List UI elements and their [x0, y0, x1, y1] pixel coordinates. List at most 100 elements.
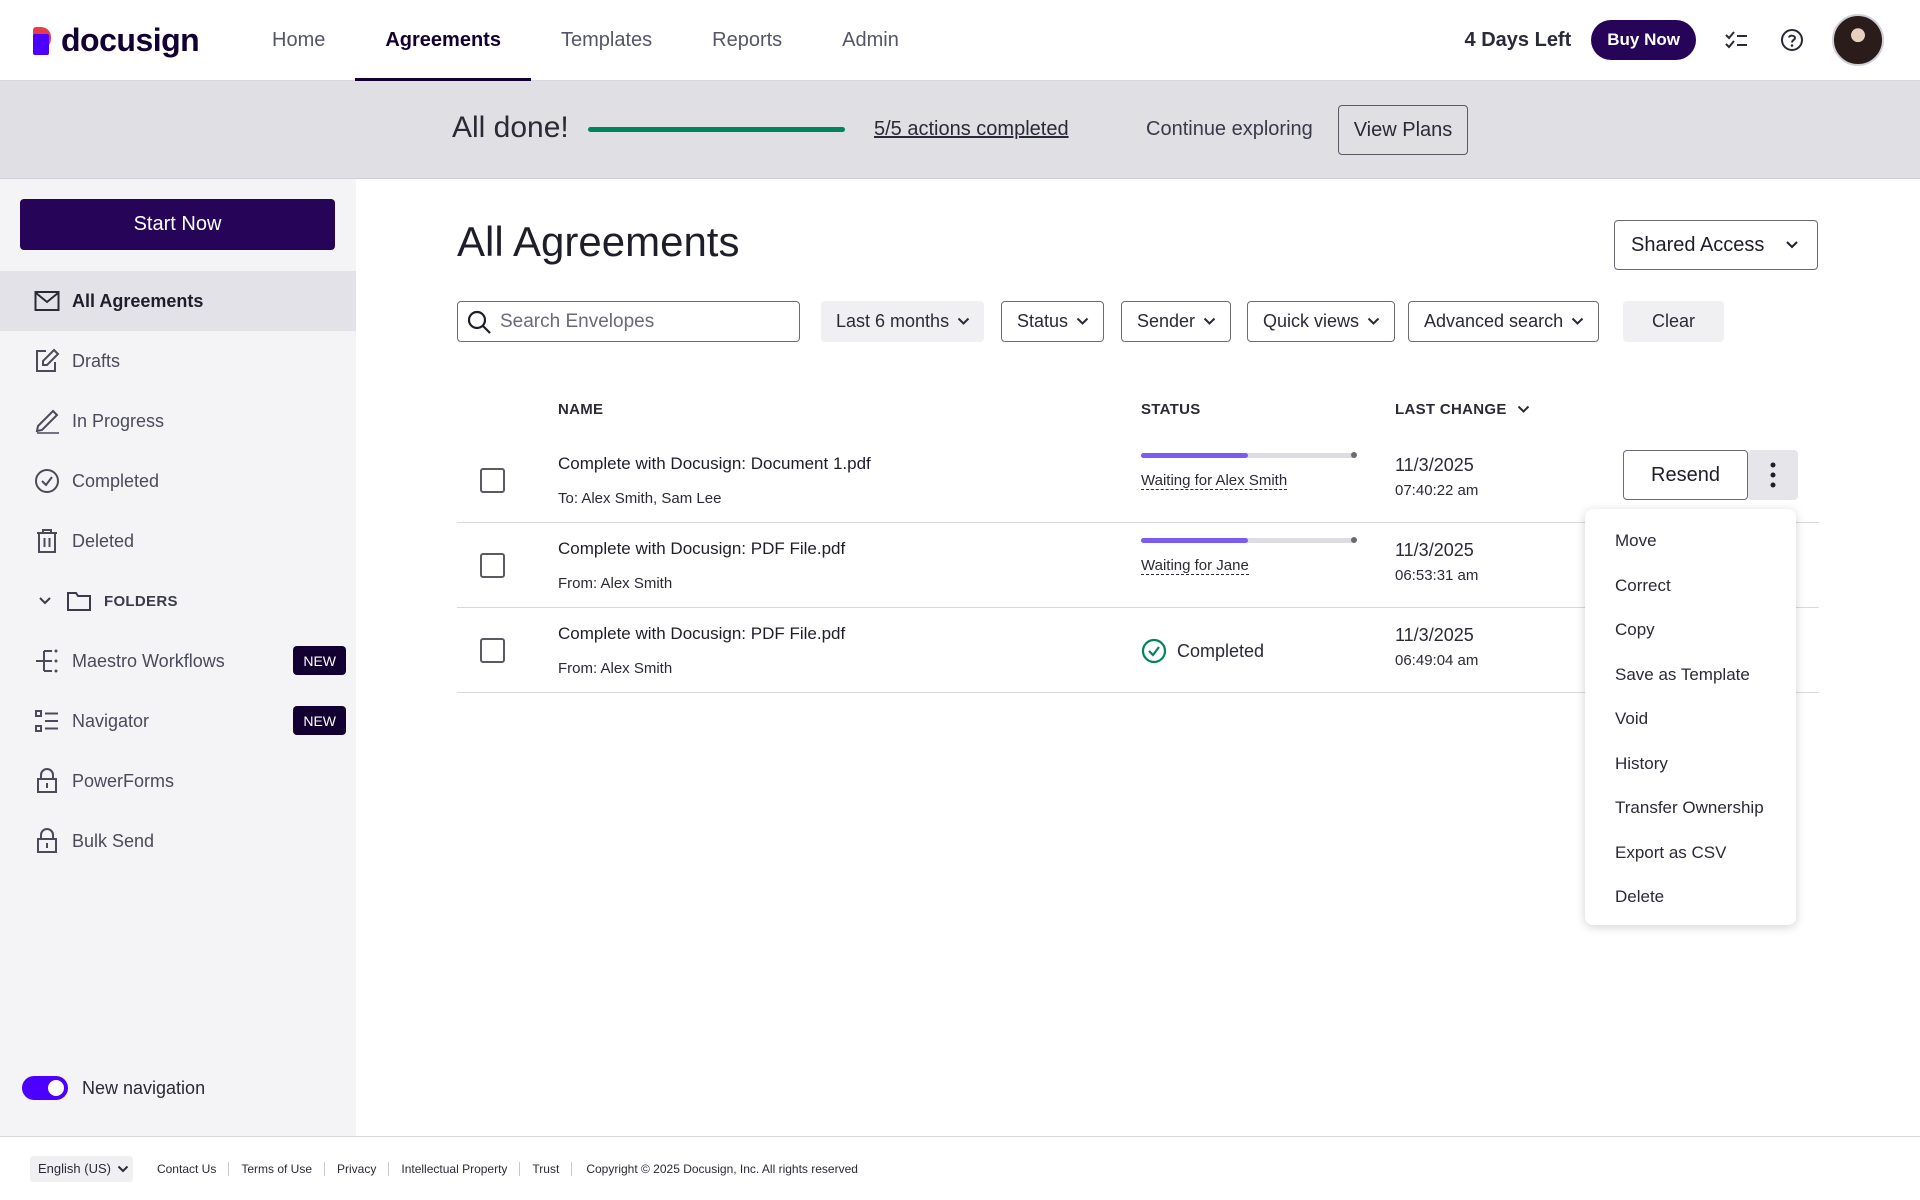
- new-navigation-toggle[interactable]: [22, 1076, 68, 1100]
- continue-exploring-text: Continue exploring: [1146, 118, 1313, 140]
- sidebar-item-powerforms[interactable]: PowerForms: [0, 751, 356, 811]
- date-range-filter[interactable]: Last 6 months: [821, 301, 985, 342]
- sidebar-item-label: Deleted: [72, 530, 135, 551]
- footer-link-privacy[interactable]: Privacy: [325, 1161, 390, 1176]
- buy-now-button[interactable]: Buy Now: [1591, 20, 1696, 60]
- docusign-logo[interactable]: docusign: [33, 22, 200, 59]
- language-selector[interactable]: English (US): [30, 1155, 133, 1182]
- shared-access-dropdown[interactable]: Shared Access: [1614, 220, 1818, 270]
- lock-icon: [34, 828, 60, 854]
- sidebar-item-bulk-send[interactable]: Bulk Send: [0, 811, 356, 871]
- sidebar-item-label: Drafts: [72, 350, 121, 371]
- column-header-status[interactable]: STATUS: [1141, 401, 1201, 418]
- last-change-date: 11/3/2025: [1395, 625, 1474, 645]
- sidebar-item-label: In Progress: [72, 410, 165, 431]
- folders-label: FOLDERS: [104, 592, 178, 610]
- advanced-search-label: Advanced search: [1424, 311, 1564, 331]
- more-actions-menu: Move Correct Copy Save as Template Void …: [1585, 509, 1796, 925]
- column-header-label: STATUS: [1141, 401, 1201, 418]
- status-text: Completed: [1177, 640, 1265, 661]
- advanced-search-filter[interactable]: Advanced search: [1408, 301, 1600, 342]
- status-text[interactable]: Waiting for Alex Smith: [1141, 472, 1288, 490]
- start-now-button[interactable]: Start Now: [20, 199, 335, 250]
- sidebar-item-label: Navigator: [72, 710, 150, 731]
- last-change-time: 06:53:31 am: [1395, 567, 1479, 584]
- envelope-sender: From: Alex Smith: [558, 660, 673, 677]
- tab-templates[interactable]: Templates: [531, 0, 682, 81]
- last-change-time: 07:40:22 am: [1395, 482, 1479, 499]
- new-navigation-row: New navigation: [22, 1076, 205, 1100]
- search-input[interactable]: [500, 310, 780, 333]
- check-circle-icon: [34, 468, 60, 494]
- trial-days-left: 4 Days Left: [1464, 28, 1572, 51]
- status-progress-bar: [1141, 452, 1357, 458]
- page-title: All Agreements: [457, 218, 740, 265]
- actions-completed-link[interactable]: 5/5 actions completed: [874, 118, 1069, 141]
- menu-item-correct[interactable]: Correct: [1585, 564, 1796, 609]
- footer-link-ip[interactable]: Intellectual Property: [389, 1161, 521, 1176]
- footer-link-contact[interactable]: Contact Us: [145, 1161, 230, 1176]
- row-checkbox[interactable]: [480, 468, 505, 493]
- tab-admin[interactable]: Admin: [812, 0, 929, 81]
- footer-link-trust[interactable]: Trust: [520, 1161, 573, 1176]
- sidebar-item-navigator[interactable]: Navigator NEW: [0, 691, 356, 751]
- docusign-logo-icon: [33, 26, 57, 55]
- nav-right: 4 Days Left Buy Now: [1465, 14, 1884, 66]
- new-badge: NEW: [293, 646, 346, 675]
- folders-toggle[interactable]: FOLDERS: [0, 571, 356, 631]
- chevron-down-icon: [1785, 240, 1799, 250]
- sender-filter[interactable]: Sender: [1121, 301, 1232, 342]
- status-text[interactable]: Waiting for Jane: [1141, 557, 1249, 575]
- tab-home[interactable]: Home: [242, 0, 355, 81]
- row-checkbox[interactable]: [480, 553, 505, 578]
- help-icon[interactable]: [1776, 24, 1808, 56]
- chevron-down-icon: [38, 596, 52, 606]
- sidebar-item-completed[interactable]: Completed: [0, 451, 356, 511]
- new-navigation-label: New navigation: [82, 1077, 206, 1098]
- envelope-name[interactable]: Complete with Docusign: PDF File.pdf: [558, 539, 845, 559]
- draft-icon: [34, 348, 60, 374]
- column-header-name[interactable]: NAME: [558, 401, 603, 418]
- quick-views-label: Quick views: [1263, 311, 1360, 331]
- view-plans-button[interactable]: View Plans: [1338, 105, 1468, 155]
- menu-item-history[interactable]: History: [1585, 742, 1796, 787]
- menu-item-transfer-ownership[interactable]: Transfer Ownership: [1585, 786, 1796, 831]
- last-change-date: 11/3/2025: [1395, 455, 1474, 475]
- envelope-name[interactable]: Complete with Docusign: Document 1.pdf: [558, 454, 871, 474]
- last-change-date: 11/3/2025: [1395, 540, 1474, 560]
- menu-item-move[interactable]: Move: [1585, 519, 1796, 564]
- quick-views-filter[interactable]: Quick views: [1247, 301, 1396, 342]
- sidebar-item-label: PowerForms: [72, 770, 175, 791]
- footer-link-terms[interactable]: Terms of Use: [229, 1161, 326, 1176]
- sidebar-item-deleted[interactable]: Deleted: [0, 511, 356, 571]
- chevron-down-icon: [1203, 317, 1216, 326]
- onboarding-banner: All done! 5/5 actions completed Continue…: [0, 81, 1920, 179]
- search-box: [457, 301, 800, 342]
- column-header-last-change[interactable]: LAST CHANGE: [1395, 401, 1530, 418]
- resend-button[interactable]: Resend: [1623, 450, 1748, 500]
- sidebar-item-in-progress[interactable]: In Progress: [0, 391, 356, 451]
- more-actions-icon[interactable]: [1748, 450, 1798, 500]
- envelope-name[interactable]: Complete with Docusign: PDF File.pdf: [558, 624, 845, 644]
- menu-item-save-as-template[interactable]: Save as Template: [1585, 653, 1796, 698]
- status-filter[interactable]: Status: [1001, 301, 1105, 342]
- checklist-icon[interactable]: [1720, 24, 1752, 56]
- tab-reports[interactable]: Reports: [682, 0, 812, 81]
- user-avatar[interactable]: [1832, 14, 1884, 66]
- tab-agreements[interactable]: Agreements: [355, 0, 531, 82]
- sidebar-item-maestro-workflows[interactable]: Maestro Workflows NEW: [0, 631, 356, 691]
- menu-item-export-csv[interactable]: Export as CSV: [1585, 831, 1796, 876]
- menu-item-copy[interactable]: Copy: [1585, 608, 1796, 653]
- sidebar-item-drafts[interactable]: Drafts: [0, 331, 356, 391]
- clear-filters-button[interactable]: Clear: [1623, 301, 1724, 342]
- row-checkbox[interactable]: [480, 638, 505, 663]
- menu-item-void[interactable]: Void: [1585, 697, 1796, 742]
- column-header-label: LAST CHANGE: [1395, 401, 1507, 418]
- sidebar-item-label: Completed: [72, 470, 160, 491]
- lock-icon: [34, 768, 60, 794]
- status-filter-label: Status: [1017, 311, 1069, 331]
- last-change-time: 06:49:04 am: [1395, 652, 1479, 669]
- envelope-icon: [34, 288, 60, 314]
- menu-item-delete[interactable]: Delete: [1585, 875, 1796, 920]
- sidebar-item-all-agreements[interactable]: All Agreements: [0, 271, 356, 331]
